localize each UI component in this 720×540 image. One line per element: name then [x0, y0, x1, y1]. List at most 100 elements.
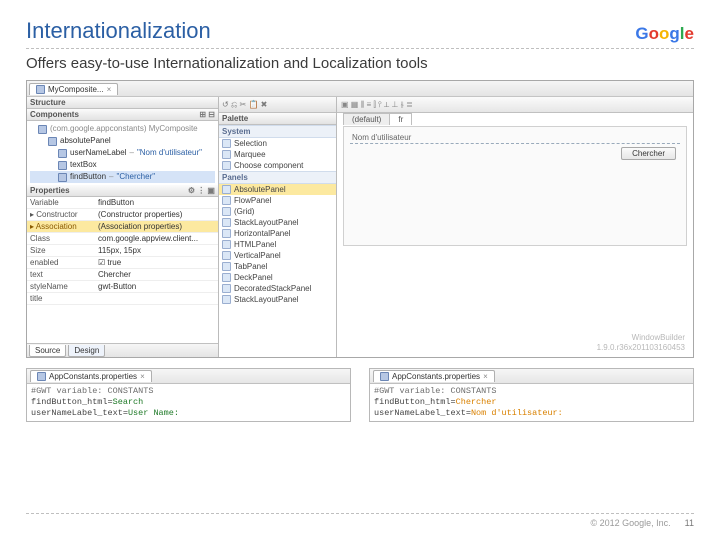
code-tab-label: AppConstants.properties	[49, 372, 137, 381]
palette-item-label: Choose component	[234, 161, 303, 170]
google-logo: Google	[635, 24, 694, 44]
prop-val[interactable]: true	[107, 258, 121, 267]
prop-row[interactable]: title	[27, 293, 218, 305]
locale-tabs: (default) fr	[343, 113, 411, 125]
palette[interactable]: System Selection Marquee Choose componen…	[219, 125, 336, 357]
structure-header: Structure	[27, 97, 218, 109]
widget-button[interactable]: Chercher	[621, 147, 676, 160]
prop-key: title	[27, 294, 95, 303]
prop-key: Size	[27, 246, 95, 255]
prop-row[interactable]: Size115px, 15px	[27, 245, 218, 257]
palette-item[interactable]: StackLayoutPanel	[219, 294, 336, 305]
code-tab[interactable]: AppConstants.properties×	[373, 370, 495, 382]
design-toolbar[interactable]: ↺ ⎌ ✂ 📋 ✖	[219, 97, 336, 113]
palette-item[interactable]: HTMLPanel	[219, 239, 336, 250]
tree-node-selected[interactable]: findButton – "Chercher"	[30, 171, 215, 183]
tree-value: "Chercher"	[116, 171, 155, 183]
component-icon	[38, 125, 47, 134]
close-icon[interactable]: ×	[107, 85, 112, 94]
watermark-line: WindowBuilder	[597, 333, 685, 343]
locale-tab-fr[interactable]: fr	[389, 113, 412, 125]
prop-key: Constructor	[36, 210, 77, 219]
panel-icon	[48, 137, 57, 146]
palette-item[interactable]: HorizontalPanel	[219, 228, 336, 239]
palette-item-label: (Grid)	[234, 207, 254, 216]
label-icon	[58, 149, 67, 158]
divider	[26, 48, 694, 49]
prop-val[interactable]: com.google.appview.client...	[95, 234, 218, 243]
palette-item[interactable]: Choose component	[219, 160, 336, 171]
marquee-icon	[222, 150, 231, 159]
properties-tools[interactable]: ⚙ ⋮ ▣	[188, 186, 215, 195]
tree-root[interactable]: (com.google.appconstants) MyComposite	[30, 123, 215, 135]
prop-val[interactable]: 115px, 15px	[95, 246, 218, 255]
palette-category[interactable]: Panels	[219, 171, 336, 184]
palette-item-label: AbsolutePanel	[234, 185, 286, 194]
tab-design[interactable]: Design	[68, 345, 105, 357]
prop-row[interactable]: enabled☑ true	[27, 257, 218, 269]
components-header: Components ⊞ ⊟	[27, 109, 218, 121]
palette-item[interactable]: DecoratedStackPanel	[219, 283, 336, 294]
panel-icon	[222, 251, 231, 260]
textbox-icon	[58, 161, 67, 170]
pointer-icon	[222, 139, 231, 148]
prop-row[interactable]: ▸ Constructor(Constructor properties)	[27, 209, 218, 221]
palette-item[interactable]: VerticalPanel	[219, 250, 336, 261]
panel-icon	[222, 218, 231, 227]
prop-key: enabled	[27, 258, 95, 267]
tree-node[interactable]: textBox	[30, 159, 215, 171]
palette-item-label: Marquee	[234, 150, 266, 159]
prop-val[interactable]: findButton	[95, 198, 218, 207]
widget-label[interactable]: Nom d'utilisateur	[352, 133, 411, 142]
prop-row[interactable]: VariablefindButton	[27, 197, 218, 209]
palette-category[interactable]: System	[219, 125, 336, 138]
prop-row[interactable]: styleNamegwt-Button	[27, 281, 218, 293]
panel-icon	[222, 240, 231, 249]
tree-label: absolutePanel	[60, 135, 111, 147]
code-body[interactable]: #GWT variable: CONSTANTS findButton_html…	[27, 384, 350, 421]
editor-tab[interactable]: MyComposite... ×	[29, 83, 118, 95]
panel-icon	[222, 207, 231, 216]
locale-tab-default[interactable]: (default)	[343, 113, 390, 125]
prop-key: Class	[27, 234, 95, 243]
palette-item[interactable]: Marquee	[219, 149, 336, 160]
palette-title: Palette	[222, 114, 248, 123]
components-tree[interactable]: (com.google.appconstants) MyComposite ab…	[27, 121, 218, 185]
prop-val[interactable]: (Constructor properties)	[95, 210, 218, 219]
tree-node[interactable]: absolutePanel	[30, 135, 215, 147]
components-title: Components	[30, 110, 79, 119]
palette-item[interactable]: DeckPanel	[219, 272, 336, 283]
page-title: Internationalization	[26, 18, 211, 44]
panel-icon	[222, 185, 231, 194]
palette-item[interactable]: FlowPanel	[219, 195, 336, 206]
prop-row[interactable]: textChercher	[27, 269, 218, 281]
design-surface[interactable]: Nom d'utilisateur Chercher	[343, 126, 687, 246]
selection-guide	[350, 143, 680, 144]
code-body[interactable]: #GWT variable: CONSTANTS findButton_html…	[370, 384, 693, 421]
palette-item-label: VerticalPanel	[234, 251, 281, 260]
panel-tools[interactable]: ⊞ ⊟	[199, 110, 215, 119]
prop-key: text	[27, 270, 95, 279]
prop-row-selected[interactable]: ▸ Association(Association properties)	[27, 221, 218, 233]
prop-val[interactable]: gwt-Button	[95, 282, 218, 291]
canvas-toolbar[interactable]: ▣ ▦ ⫼ ≡ ⫿ ⫯ ⟂ ⊥ ⫳ ≣	[337, 97, 693, 113]
editor-mode-tabs: Source Design	[27, 343, 218, 357]
palette-item[interactable]: TabPanel	[219, 261, 336, 272]
tree-node[interactable]: userNameLabel – "Nom d'utilisateur"	[30, 147, 215, 159]
palette-item[interactable]: Selection	[219, 138, 336, 149]
panel-icon	[222, 262, 231, 271]
prop-val[interactable]: Chercher	[95, 270, 218, 279]
prop-val[interactable]: (Association properties)	[95, 222, 218, 231]
prop-row[interactable]: Classcom.google.appview.client...	[27, 233, 218, 245]
palette-item-selected[interactable]: AbsolutePanel	[219, 184, 336, 195]
structure-title: Structure	[30, 98, 66, 107]
tab-source[interactable]: Source	[29, 345, 66, 357]
palette-item[interactable]: (Grid)	[219, 206, 336, 217]
close-icon[interactable]: ×	[140, 372, 145, 381]
close-icon[interactable]: ×	[483, 372, 488, 381]
code-tab[interactable]: AppConstants.properties×	[30, 370, 152, 382]
design-canvas[interactable]: (default) fr Nom d'utilisateur Chercher …	[337, 113, 693, 357]
tree-label: findButton	[70, 171, 106, 183]
palette-item[interactable]: StackLayoutPanel	[219, 217, 336, 228]
properties-grid[interactable]: VariablefindButton ▸ Constructor(Constru…	[27, 197, 218, 343]
